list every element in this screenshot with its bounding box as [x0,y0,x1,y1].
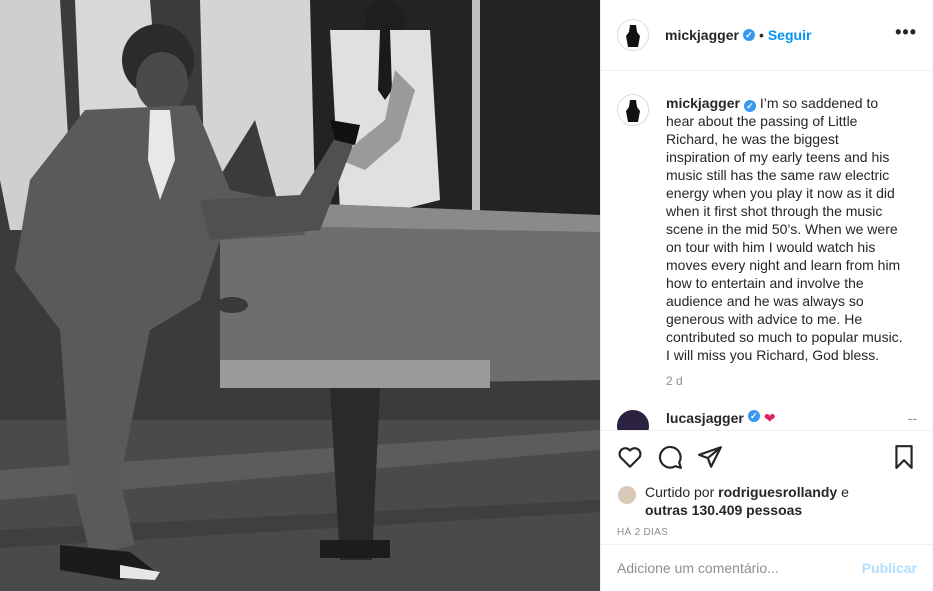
add-comment-bar: Publicar [601,544,933,591]
avatar-silhouette-icon [618,20,648,50]
separator-dot: • [758,27,764,43]
post-photo[interactable] [0,0,600,591]
share-icon[interactable] [697,444,723,470]
follow-button[interactable]: Seguir [768,27,812,43]
post-header: mickjagger ✓ • Seguir ••• [601,0,933,71]
caption-text-block: mickjagger ✓ I’m so saddened to hear abou… [666,94,906,364]
comment-item: lucasjagger ✓ ❤ -- [617,410,917,430]
author-username[interactable]: mickjagger [665,27,739,43]
likes-conjunction: e [841,484,849,500]
caption-author-avatar[interactable] [617,94,649,126]
likes-text: Curtido por rodriguesrollandy e outras 1… [645,483,849,519]
comment-input[interactable] [617,560,862,576]
liker-username[interactable]: rodriguesrollandy [718,484,837,500]
avatar-silhouette-icon [618,95,648,125]
comment-icon[interactable] [657,444,683,470]
more-options-icon[interactable]: ••• [895,23,917,43]
commenter-avatar[interactable] [617,410,649,430]
publish-button[interactable]: Publicar [862,560,917,576]
likes-prefix: Curtido por [645,484,715,500]
action-icons [617,443,917,471]
actions-section: Curtido por rodriguesrollandy e outras 1… [601,430,933,538]
comments-list[interactable]: mickjagger ✓ I’m so saddened to hear abou… [601,72,933,430]
post-timestamp[interactable]: HÁ 2 DIAS [617,527,917,538]
author-avatar[interactable] [617,19,649,51]
caption-username[interactable]: mickjagger [666,95,740,111]
likes-summary: Curtido por rodriguesrollandy e outras 1… [617,483,917,519]
verified-badge-icon: ✓ [747,410,760,422]
caption-age[interactable]: 2 d [666,374,917,388]
post-side-panel: mickjagger ✓ • Seguir ••• mickjagger ✓ I’… [600,0,933,591]
heart-icon[interactable] [617,444,643,470]
comment-more[interactable]: -- [908,410,917,426]
likes-others[interactable]: outras 130.409 pessoas [645,502,802,518]
caption-text: I’m so saddened to hear about the passin… [666,95,903,363]
heart-emoji: ❤ [763,410,776,426]
instagram-post: mickjagger ✓ • Seguir ••• mickjagger ✓ I’… [0,0,933,591]
commenter-username[interactable]: lucasjagger [666,410,744,426]
verified-badge-icon: ✓ [742,29,755,41]
caption: mickjagger ✓ I’m so saddened to hear abou… [617,94,917,364]
liker-avatar[interactable] [617,485,637,505]
photo-illustration [0,0,600,591]
bookmark-icon[interactable] [891,444,917,470]
verified-badge-icon: ✓ [743,100,756,112]
